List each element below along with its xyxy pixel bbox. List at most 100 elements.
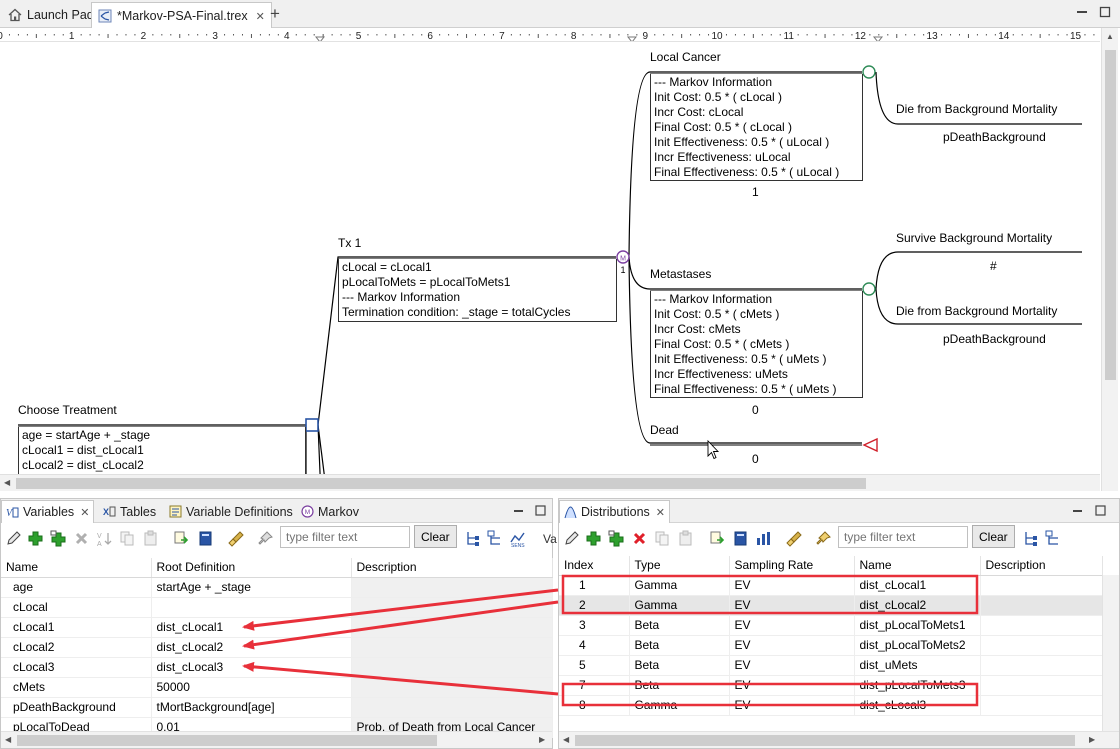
chart-icon[interactable] bbox=[755, 530, 772, 547]
scrollbar-thumb[interactable] bbox=[17, 735, 437, 746]
table-row[interactable]: 5 Beta EV dist_uMets bbox=[559, 655, 1103, 676]
edit-pencil-icon[interactable] bbox=[563, 530, 580, 547]
tab-tables[interactable]: X Tables bbox=[99, 500, 160, 523]
variables-filter-input[interactable] bbox=[280, 526, 410, 548]
add-icon[interactable] bbox=[585, 530, 602, 547]
close-icon[interactable]: ✕ bbox=[80, 506, 89, 519]
sensitivity-icon[interactable]: SENS bbox=[510, 530, 527, 547]
collapse-tree-icon[interactable] bbox=[1045, 530, 1062, 547]
import-icon[interactable] bbox=[709, 530, 726, 547]
table-row[interactable]: age startAge + _stage bbox=[1, 577, 553, 598]
tab-markov[interactable]: M Markov bbox=[297, 500, 363, 523]
delete-icon[interactable] bbox=[73, 530, 90, 547]
edit-pencil-icon[interactable] bbox=[5, 530, 22, 547]
minimize-icon[interactable] bbox=[1071, 504, 1084, 517]
scroll-left-icon[interactable]: ◀ bbox=[4, 478, 10, 487]
table-row[interactable]: cLocal1 dist_cLocal1 bbox=[1, 617, 553, 638]
scroll-left-icon[interactable]: ◀ bbox=[563, 735, 569, 744]
table-row[interactable]: cLocal2 dist_cLocal2 bbox=[1, 637, 553, 658]
prob-survive-bg[interactable]: # bbox=[990, 259, 997, 273]
close-icon[interactable]: ✕ bbox=[656, 506, 665, 519]
node-label-choose-treatment[interactable]: Choose Treatment bbox=[18, 403, 117, 417]
maximize-icon[interactable] bbox=[1098, 5, 1112, 19]
scrollbar-thumb[interactable] bbox=[575, 735, 1075, 746]
tab-variables[interactable]: V Variables ✕ bbox=[1, 500, 95, 523]
column-header-sampling-rate[interactable]: Sampling Rate bbox=[729, 556, 855, 576]
table-row[interactable]: 3 Beta EV dist_pLocalToMets1 bbox=[559, 615, 1103, 636]
node-box-metastases[interactable]: --- Markov Information Init Cost: 0.5 * … bbox=[650, 291, 863, 398]
node-box-choose-treatment[interactable]: age = startAge + _stage cLocal1 = dist_c… bbox=[18, 427, 306, 479]
node-label-die-bg-1[interactable]: Die from Background Mortality bbox=[896, 102, 1057, 116]
scrollbar-thumb[interactable] bbox=[1105, 50, 1116, 380]
node-label-survive-bg[interactable]: Survive Background Mortality bbox=[896, 231, 1052, 245]
distributions-horizontal-scrollbar[interactable]: ◀ ▶ bbox=[559, 731, 1119, 748]
tab-launch-pad[interactable]: Launch Pad bbox=[2, 2, 100, 28]
table-row[interactable]: 7 Beta EV dist_pLocalToMets3 bbox=[559, 675, 1103, 696]
add-child-icon[interactable] bbox=[50, 530, 67, 547]
scroll-right-icon[interactable]: ▶ bbox=[539, 735, 545, 744]
tree-canvas[interactable]: M 1 Choose Treatment age = startAge + _s… bbox=[0, 42, 1100, 490]
distributions-clear-button[interactable]: Clear bbox=[972, 525, 1015, 548]
copy-icon[interactable] bbox=[119, 530, 136, 547]
prob-die-bg-2[interactable]: pDeathBackground bbox=[943, 332, 1046, 346]
table-row[interactable]: 1 Gamma EV dist_cLocal1 bbox=[559, 575, 1103, 596]
table-row[interactable]: 4 Beta EV dist_pLocalToMets2 bbox=[559, 635, 1103, 656]
delete-icon[interactable] bbox=[631, 530, 648, 547]
book-icon[interactable] bbox=[197, 530, 214, 547]
node-label-dead[interactable]: Dead bbox=[650, 423, 679, 437]
node-label-local-cancer[interactable]: Local Cancer bbox=[650, 50, 721, 64]
book-icon[interactable] bbox=[732, 530, 749, 547]
column-header-name[interactable]: Name bbox=[1, 558, 152, 578]
canvas-horizontal-scrollbar[interactable]: ◀ bbox=[0, 474, 1100, 491]
node-box-local-cancer[interactable]: --- Markov Information Init Cost: 0.5 * … bbox=[650, 74, 863, 181]
scrollbar-thumb[interactable] bbox=[16, 478, 866, 489]
tab-variable-definitions[interactable]: Variable Definitions bbox=[165, 500, 297, 523]
expand-tree-icon[interactable] bbox=[464, 530, 481, 547]
column-header-description[interactable]: Description bbox=[980, 556, 1103, 576]
table-row[interactable]: cMets 50000 bbox=[1, 677, 553, 698]
prob-local-cancer[interactable]: 1 bbox=[752, 185, 759, 199]
pin-icon[interactable] bbox=[257, 530, 274, 547]
scroll-up-icon[interactable]: ▲ bbox=[1106, 32, 1114, 41]
distributions-filter-input[interactable] bbox=[838, 526, 968, 548]
table-row[interactable]: pDeathBackground tMortBackground[age] bbox=[1, 697, 553, 718]
variables-horizontal-scrollbar[interactable]: ◀ ▶ bbox=[1, 731, 552, 748]
maximize-icon[interactable] bbox=[534, 504, 547, 517]
paste-icon[interactable] bbox=[142, 530, 159, 547]
maximize-icon[interactable] bbox=[1094, 504, 1107, 517]
close-icon[interactable]: ✕ bbox=[256, 10, 265, 23]
table-row[interactable]: 2 Gamma EV dist_cLocal2 bbox=[559, 595, 1103, 616]
scroll-left-icon[interactable]: ◀ bbox=[5, 735, 11, 744]
table-row[interactable]: cLocal3 dist_cLocal3 bbox=[1, 657, 553, 678]
paste-icon[interactable] bbox=[677, 530, 694, 547]
canvas-vertical-scrollbar[interactable]: ▲ bbox=[1101, 28, 1118, 491]
pin-icon[interactable] bbox=[815, 530, 832, 547]
add-child-icon[interactable] bbox=[608, 530, 625, 547]
minimize-icon[interactable] bbox=[512, 504, 525, 517]
expand-tree-icon[interactable] bbox=[1022, 530, 1039, 547]
collapse-tree-icon[interactable] bbox=[487, 530, 504, 547]
prob-dead[interactable]: 0 bbox=[752, 452, 759, 466]
scroll-right-icon[interactable]: ▶ bbox=[1089, 735, 1095, 744]
column-header-root-definition[interactable]: Root Definition bbox=[151, 558, 352, 578]
tab-markov-psa-final[interactable]: *Markov-PSA-Final.trex ✕ bbox=[91, 2, 272, 29]
column-header-index[interactable]: Index bbox=[559, 556, 630, 576]
copy-icon[interactable] bbox=[654, 530, 671, 547]
column-header-name[interactable]: Name bbox=[854, 556, 981, 576]
distributions-vertical-scrollbar[interactable] bbox=[1102, 575, 1119, 731]
prob-die-bg-1[interactable]: pDeathBackground bbox=[943, 130, 1046, 144]
sort-icon[interactable]: VA bbox=[96, 530, 113, 547]
import-icon[interactable] bbox=[173, 530, 190, 547]
clear-brush-icon[interactable] bbox=[786, 530, 803, 547]
clear-brush-icon[interactable] bbox=[228, 530, 245, 547]
prob-metastases[interactable]: 0 bbox=[752, 403, 759, 417]
column-header-description[interactable]: Description bbox=[351, 558, 553, 578]
node-label-tx1[interactable]: Tx 1 bbox=[338, 236, 361, 250]
node-label-metastases[interactable]: Metastases bbox=[650, 267, 711, 281]
view-menu-label[interactable]: Va bbox=[543, 532, 557, 546]
node-label-die-bg-2[interactable]: Die from Background Mortality bbox=[896, 304, 1057, 318]
tab-distributions[interactable]: Distributions ✕ bbox=[559, 500, 670, 523]
new-tab-button[interactable]: + bbox=[270, 4, 280, 24]
variables-clear-button[interactable]: Clear bbox=[414, 525, 457, 548]
table-row[interactable]: 8 Gamma EV dist_cLocal3 bbox=[559, 695, 1103, 716]
